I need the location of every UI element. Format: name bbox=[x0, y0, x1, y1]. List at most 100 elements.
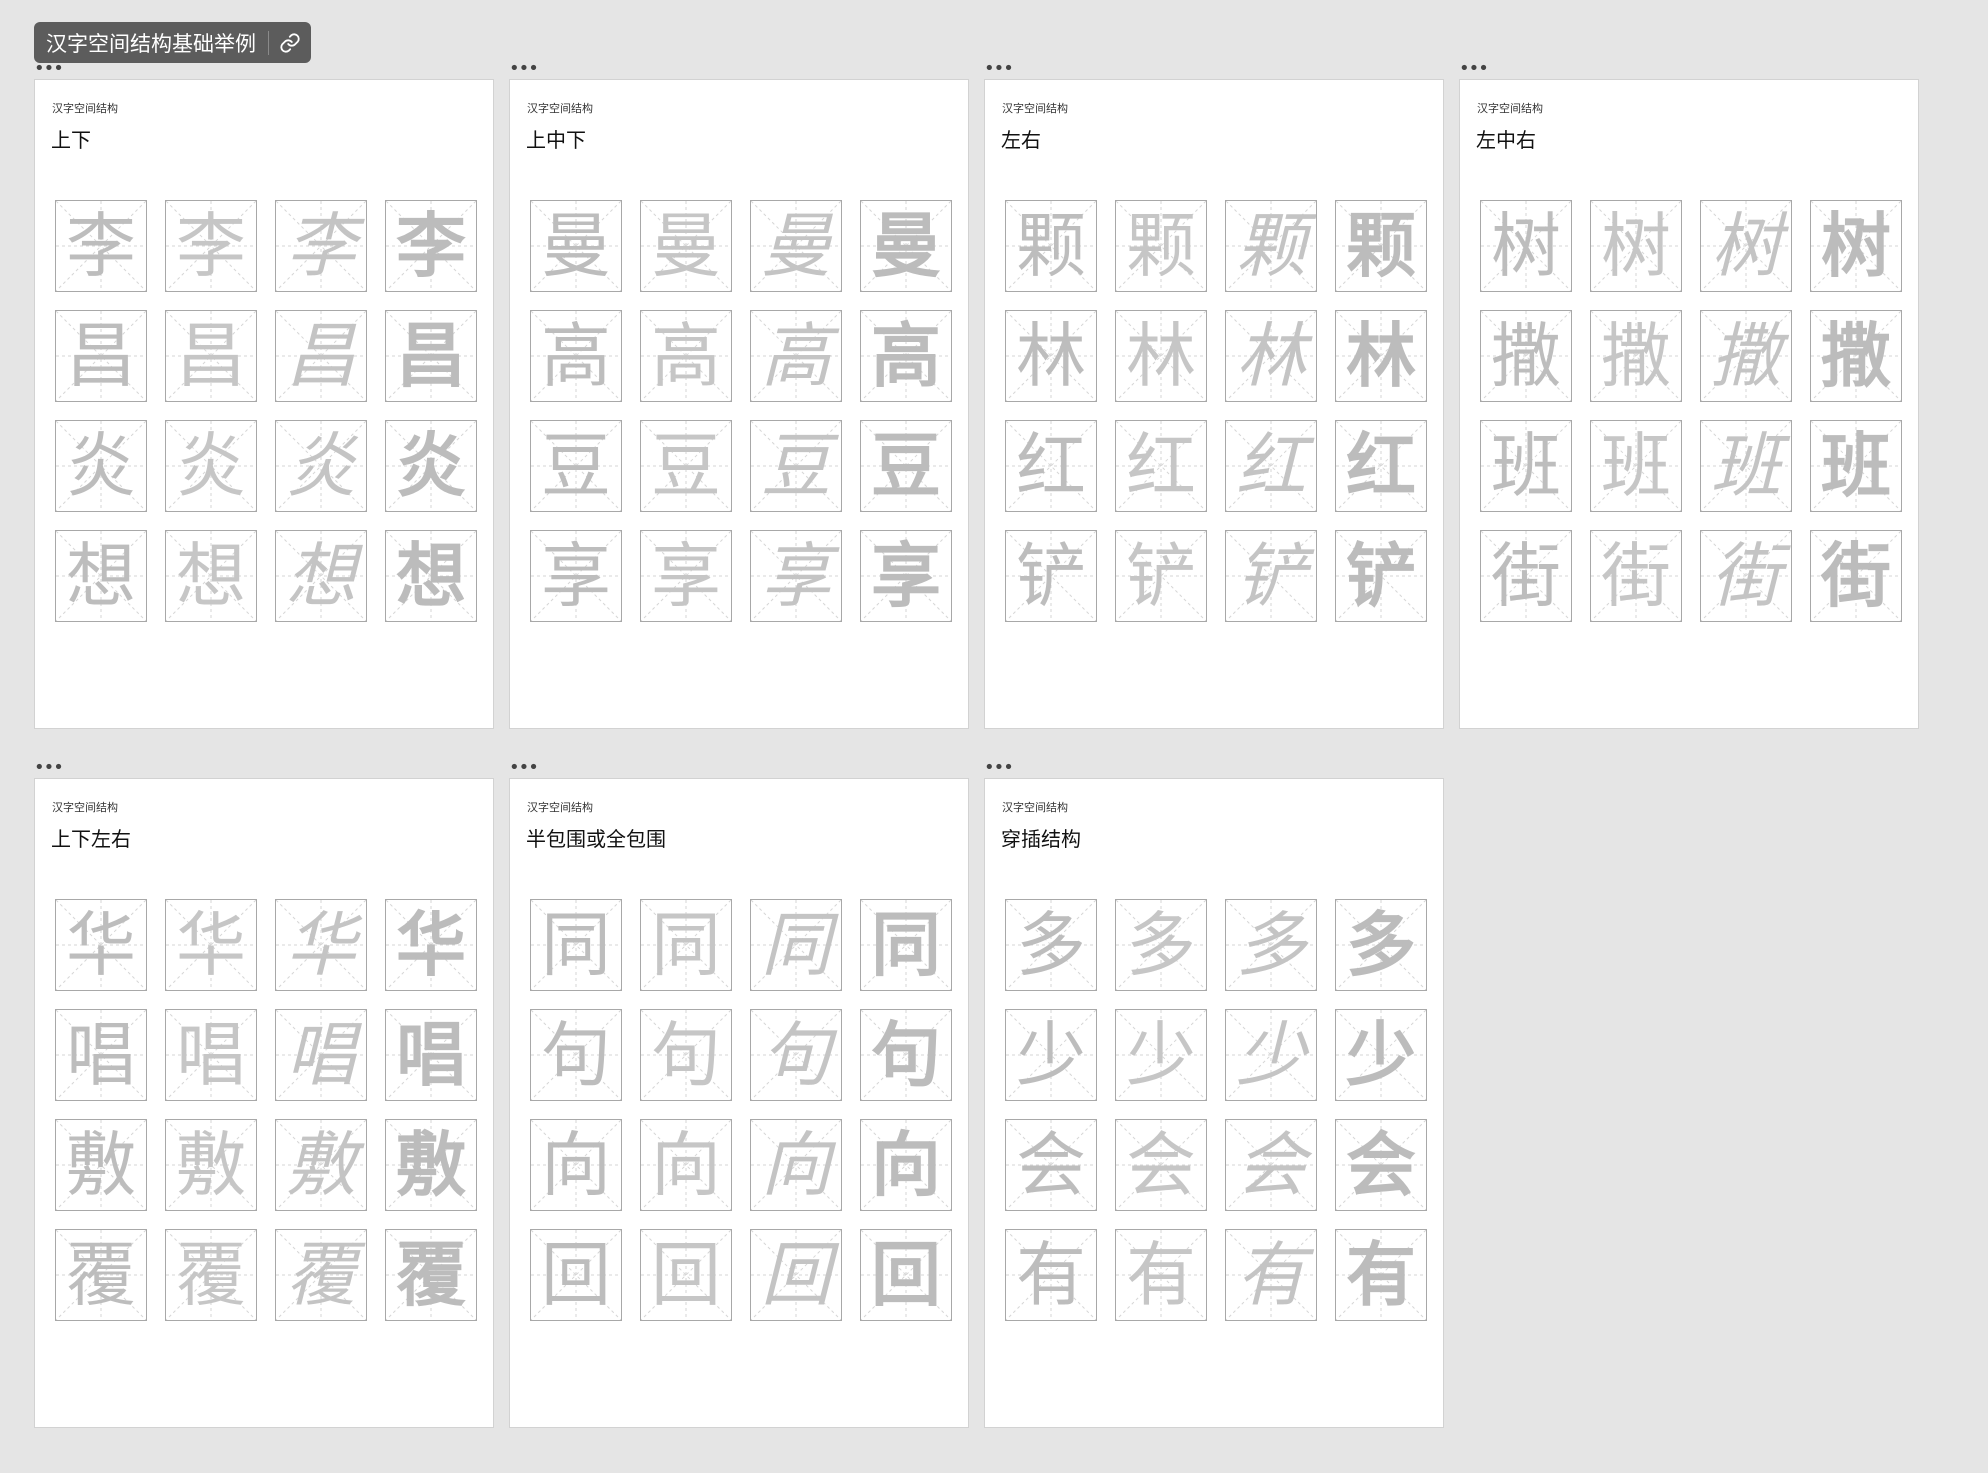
frame-handle-more-icon[interactable]: ••• bbox=[34, 60, 64, 78]
design-canvas[interactable]: 汉字空间结构基础举例 ••• 汉字空间结构 上下李李李李昌昌昌昌炎炎炎炎想想想想 ••… bbox=[0, 0, 1988, 1473]
practice-cell: 会 bbox=[1335, 1119, 1427, 1211]
character-glyph: 享 bbox=[541, 535, 611, 617]
character-glyph: 树 bbox=[1491, 205, 1561, 287]
character-glyph: 唱 bbox=[396, 1014, 466, 1096]
practice-cell: 铲 bbox=[1335, 530, 1427, 622]
character-glyph: 有 bbox=[1236, 1234, 1306, 1316]
practice-cell: 少 bbox=[1115, 1009, 1207, 1101]
practice-cell: 句 bbox=[530, 1009, 622, 1101]
frame-caption: 汉字空间结构 bbox=[527, 102, 593, 115]
practice-cell: 向 bbox=[860, 1119, 952, 1211]
character-glyph: 昌 bbox=[396, 315, 466, 397]
practice-cell: 昌 bbox=[275, 310, 367, 402]
practice-cell: 豆 bbox=[530, 420, 622, 512]
practice-grid: 颗颗颗颗林林林林红红红红铲铲铲铲 bbox=[1005, 200, 1429, 624]
character-glyph: 曼 bbox=[761, 205, 831, 287]
character-glyph: 曼 bbox=[871, 205, 941, 287]
character-glyph: 想 bbox=[396, 535, 466, 617]
character-glyph: 李 bbox=[396, 205, 466, 287]
practice-cell: 撒 bbox=[1700, 310, 1792, 402]
frame-handle-more-icon[interactable]: ••• bbox=[509, 759, 539, 777]
character-glyph: 向 bbox=[871, 1124, 941, 1206]
practice-cell: 覆 bbox=[385, 1229, 477, 1321]
character-glyph: 华 bbox=[396, 904, 466, 986]
character-glyph: 句 bbox=[871, 1014, 941, 1096]
link-icon[interactable] bbox=[269, 22, 311, 63]
character-glyph: 撒 bbox=[1601, 315, 1671, 397]
practice-cell: 树 bbox=[1700, 200, 1792, 292]
character-glyph: 享 bbox=[871, 535, 941, 617]
practice-cell: 高 bbox=[750, 310, 842, 402]
practice-cell: 唱 bbox=[275, 1009, 367, 1101]
character-glyph: 想 bbox=[66, 535, 136, 617]
character-glyph: 树 bbox=[1601, 205, 1671, 287]
practice-cell: 想 bbox=[385, 530, 477, 622]
artboard-frame[interactable]: 汉字空间结构 上下李李李李昌昌昌昌炎炎炎炎想想想想 bbox=[34, 79, 494, 729]
character-glyph: 敷 bbox=[286, 1124, 356, 1206]
frame-title: 左右 bbox=[1001, 128, 1041, 152]
practice-cell: 向 bbox=[640, 1119, 732, 1211]
practice-cell: 想 bbox=[275, 530, 367, 622]
practice-cell: 高 bbox=[640, 310, 732, 402]
practice-cell: 敷 bbox=[165, 1119, 257, 1211]
practice-cell: 覆 bbox=[275, 1229, 367, 1321]
character-glyph: 林 bbox=[1016, 315, 1086, 397]
character-glyph: 同 bbox=[761, 904, 831, 986]
character-glyph: 覆 bbox=[396, 1234, 466, 1316]
frame-handle-more-icon[interactable]: ••• bbox=[34, 759, 64, 777]
practice-cell: 撒 bbox=[1480, 310, 1572, 402]
character-glyph: 班 bbox=[1821, 425, 1891, 507]
character-glyph: 李 bbox=[286, 205, 356, 287]
character-glyph: 铲 bbox=[1236, 535, 1306, 617]
frame-handle-more-icon[interactable]: ••• bbox=[1459, 60, 1489, 78]
practice-cell: 李 bbox=[385, 200, 477, 292]
practice-cell: 树 bbox=[1810, 200, 1902, 292]
character-glyph: 红 bbox=[1346, 425, 1416, 507]
practice-cell: 有 bbox=[1115, 1229, 1207, 1321]
frame-caption: 汉字空间结构 bbox=[52, 102, 118, 115]
frame-handle-more-icon[interactable]: ••• bbox=[509, 60, 539, 78]
character-glyph: 敷 bbox=[176, 1124, 246, 1206]
character-glyph: 向 bbox=[761, 1124, 831, 1206]
character-glyph: 多 bbox=[1236, 904, 1306, 986]
practice-cell: 多 bbox=[1225, 899, 1317, 991]
artboard-frame[interactable]: 汉字空间结构 半包围或全包围同同同同句句句句向向向向回回回回 bbox=[509, 778, 969, 1428]
artboard-frame[interactable]: 汉字空间结构 上下左右华华华华唱唱唱唱敷敷敷敷覆覆覆覆 bbox=[34, 778, 494, 1428]
character-glyph: 高 bbox=[651, 315, 721, 397]
character-glyph: 想 bbox=[176, 535, 246, 617]
character-glyph: 班 bbox=[1601, 425, 1671, 507]
practice-cell: 想 bbox=[55, 530, 147, 622]
board-title-chip[interactable]: 汉字空间结构基础举例 bbox=[34, 22, 311, 63]
character-glyph: 覆 bbox=[176, 1234, 246, 1316]
character-glyph: 唱 bbox=[66, 1014, 136, 1096]
artboard-frame[interactable]: 汉字空间结构 上中下曼曼曼曼高高高高豆豆豆豆享享享享 bbox=[509, 79, 969, 729]
character-glyph: 会 bbox=[1236, 1124, 1306, 1206]
practice-cell: 唱 bbox=[385, 1009, 477, 1101]
frame-handle-more-icon[interactable]: ••• bbox=[984, 759, 1014, 777]
practice-cell: 豆 bbox=[860, 420, 952, 512]
board-title: 汉字空间结构基础举例 bbox=[46, 31, 256, 56]
practice-cell: 豆 bbox=[750, 420, 842, 512]
artboard-frame[interactable]: 汉字空间结构 左右颗颗颗颗林林林林红红红红铲铲铲铲 bbox=[984, 79, 1444, 729]
practice-cell: 敷 bbox=[385, 1119, 477, 1211]
frame-title: 上下 bbox=[51, 128, 91, 152]
practice-cell: 覆 bbox=[55, 1229, 147, 1321]
practice-cell: 唱 bbox=[55, 1009, 147, 1101]
character-glyph: 唱 bbox=[286, 1014, 356, 1096]
character-glyph: 街 bbox=[1821, 535, 1891, 617]
character-glyph: 句 bbox=[761, 1014, 831, 1096]
character-glyph: 炎 bbox=[396, 425, 466, 507]
artboard-frame[interactable]: 汉字空间结构 左中右树树树树撒撒撒撒班班班班街街街街 bbox=[1459, 79, 1919, 729]
character-glyph: 享 bbox=[761, 535, 831, 617]
practice-grid: 华华华华唱唱唱唱敷敷敷敷覆覆覆覆 bbox=[55, 899, 479, 1323]
character-glyph: 李 bbox=[176, 205, 246, 287]
practice-cell: 林 bbox=[1005, 310, 1097, 402]
practice-cell: 铲 bbox=[1115, 530, 1207, 622]
practice-cell: 会 bbox=[1005, 1119, 1097, 1211]
artboard-frame[interactable]: 汉字空间结构 穿插结构多多多多少少少少会会会会有有有有 bbox=[984, 778, 1444, 1428]
practice-cell: 林 bbox=[1115, 310, 1207, 402]
character-glyph: 华 bbox=[66, 904, 136, 986]
practice-cell: 撒 bbox=[1810, 310, 1902, 402]
character-glyph: 华 bbox=[286, 904, 356, 986]
frame-handle-more-icon[interactable]: ••• bbox=[984, 60, 1014, 78]
